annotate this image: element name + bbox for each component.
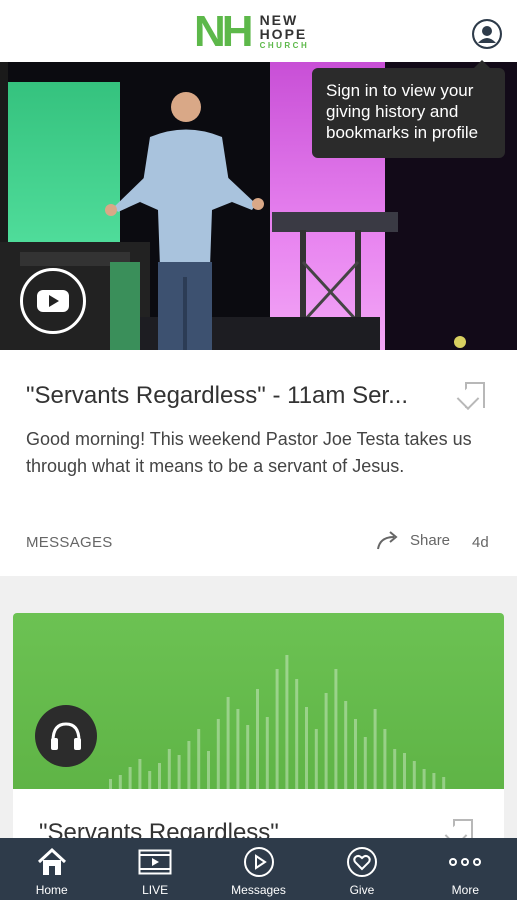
waveform-bar <box>344 701 348 789</box>
youtube-play-button[interactable] <box>20 268 86 334</box>
waveform-bar <box>256 689 259 789</box>
bookmark-icon[interactable] <box>465 382 485 408</box>
waveform-bar <box>197 729 201 789</box>
waveform-bar <box>403 753 406 789</box>
play-circle-icon <box>243 847 274 877</box>
message-description: Good morning! This weekend Pastor Joe Te… <box>26 429 472 476</box>
logo-wordmark: NEW HOPE CHURCH <box>260 13 310 51</box>
tab-home[interactable]: Home <box>0 838 103 900</box>
bottom-tab-bar: Home LIVE Messages Give More <box>0 838 517 900</box>
waveform-bar <box>324 693 328 789</box>
user-icon <box>474 21 500 47</box>
message-title: "Servants Regardless" - 11am Ser... <box>26 382 409 409</box>
waveform-bar <box>187 741 191 789</box>
waveform-bar <box>109 779 112 789</box>
waveform-bar <box>158 763 161 789</box>
live-video-icon <box>138 849 172 875</box>
sign-in-tooltip[interactable]: Sign in to view your giving history and … <box>312 60 505 158</box>
waveform-bar <box>128 767 132 789</box>
profile-button[interactable] <box>472 19 502 49</box>
tooltip-text: Sign in to view your giving history and … <box>326 81 479 142</box>
audio-message-card[interactable]: "Servants Regardless" <box>13 613 504 853</box>
waveform-bar <box>236 709 240 789</box>
tab-label-live: LIVE <box>142 883 169 897</box>
message-card[interactable]: "Servants Regardless" - 11am Ser... Good… <box>0 350 517 576</box>
waveform-bar <box>354 719 357 789</box>
waveform-bar <box>383 729 387 789</box>
waveform-bar <box>207 751 210 789</box>
waveform-bar <box>118 775 122 789</box>
waveform-bar <box>295 679 299 789</box>
youtube-icon <box>37 290 69 312</box>
headphones-icon[interactable] <box>35 705 97 767</box>
share-label: Share <box>410 531 451 549</box>
logo-line-1: NEW <box>259 12 299 28</box>
more-dots-icon <box>449 858 482 866</box>
new-hope-logo[interactable]: NH NEW HOPE CHURCH <box>194 10 309 54</box>
share-button[interactable]: Share <box>376 530 450 550</box>
share-arrow-icon <box>377 531 398 550</box>
waveform-bar <box>177 755 181 789</box>
app-header: NH NEW HOPE CHURCH <box>0 0 517 62</box>
waveform-bar <box>226 697 230 789</box>
logo-mark: NH <box>194 7 254 56</box>
waveform-bar <box>216 719 220 789</box>
message-category: MESSAGES <box>26 534 113 551</box>
waveform-bar <box>363 737 367 789</box>
tab-label-home: Home <box>35 883 68 897</box>
waveform-bar <box>314 729 318 789</box>
tab-label-messages: Messages <box>231 883 286 897</box>
tab-label-give: Give <box>349 883 375 897</box>
heart-circle-icon <box>346 847 377 877</box>
waveform-bar <box>412 761 416 789</box>
waveform-bar <box>167 749 171 789</box>
waveform-bar <box>148 771 152 789</box>
message-age: 4d <box>472 534 489 551</box>
tab-more[interactable]: More <box>414 838 517 900</box>
waveform-bar <box>334 669 338 789</box>
waveform-graphic <box>109 655 446 789</box>
home-icon <box>37 847 66 875</box>
waveform-bar <box>432 773 436 789</box>
tab-live[interactable]: LIVE <box>103 838 206 900</box>
logo-line-2: HOPE <box>259 26 308 42</box>
waveform-bar <box>275 669 279 789</box>
waveform-bar <box>285 655 289 789</box>
waveform-bar <box>246 725 250 789</box>
waveform-bar <box>393 749 397 789</box>
waveform-bar <box>305 707 308 789</box>
tab-give[interactable]: Give <box>310 838 413 900</box>
waveform-bar <box>373 709 377 789</box>
waveform-bar <box>422 769 426 789</box>
tab-messages[interactable]: Messages <box>207 838 310 900</box>
waveform-bar <box>265 717 269 789</box>
waveform-bar <box>138 759 142 789</box>
audio-waveform-banner <box>13 613 504 789</box>
tab-label-more: More <box>451 883 479 897</box>
logo-line-3: CHURCH <box>259 41 310 50</box>
waveform-bar <box>442 777 446 789</box>
